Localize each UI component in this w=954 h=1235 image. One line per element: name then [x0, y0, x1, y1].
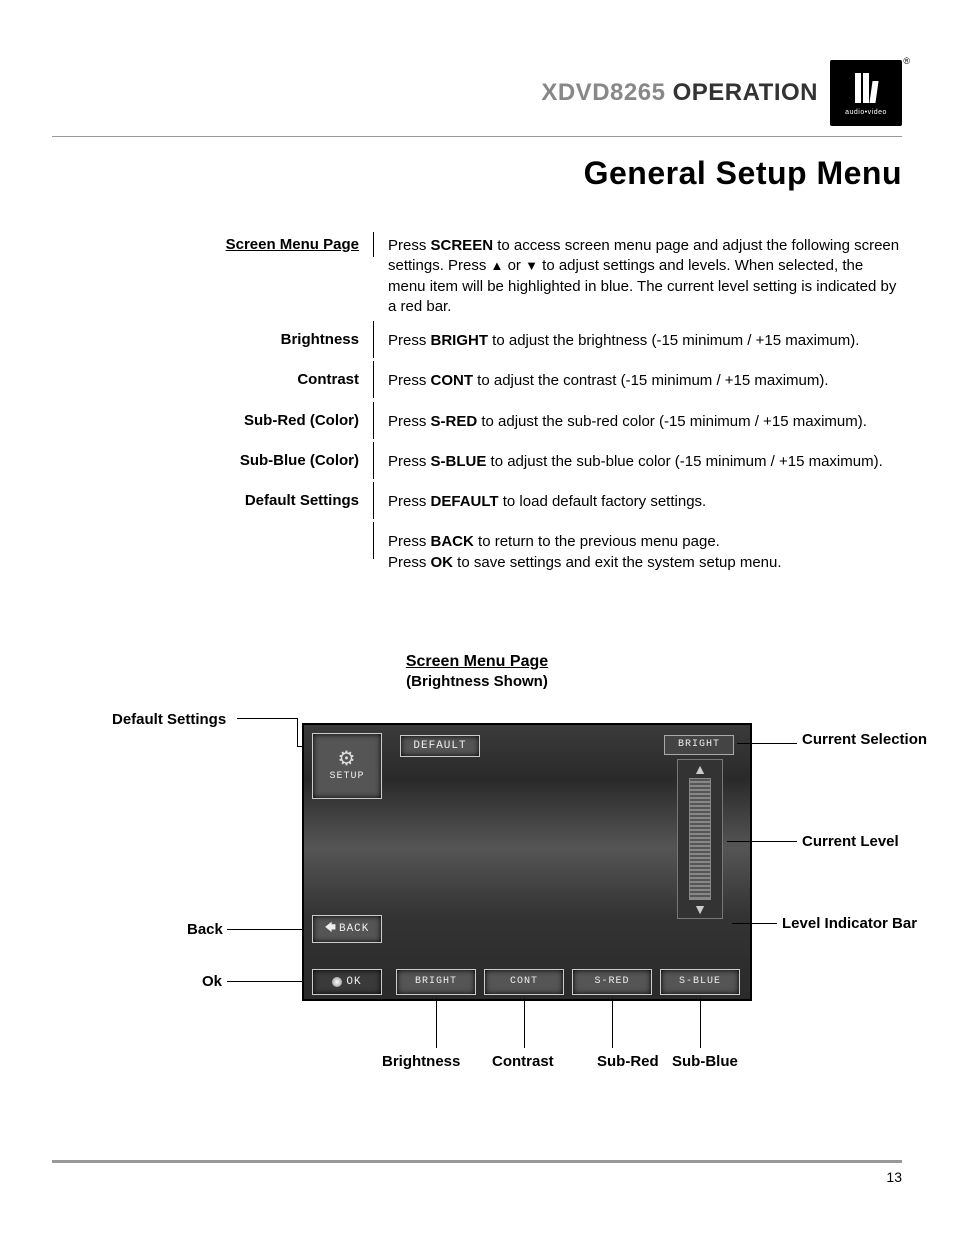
- header-title: XDVD8265 OPERATION: [541, 79, 818, 107]
- settings-definition-list: Screen Menu PagePress SCREEN to access s…: [144, 232, 902, 583]
- ok-button[interactable]: OK: [312, 969, 382, 995]
- level-bar-fill: [689, 778, 711, 900]
- definition-row: Sub-Red (Color)Press S-RED to adjust the…: [144, 402, 902, 442]
- diagram-title: Screen Menu Page: [52, 653, 902, 671]
- callout-ok: Ok: [202, 973, 222, 990]
- callout-brightness: Brightness: [382, 1053, 460, 1070]
- definition-row: Default SettingsPress DEFAULT to load de…: [144, 482, 902, 522]
- default-button[interactable]: DEFAULT: [400, 735, 480, 757]
- definition-label: Sub-Red (Color): [144, 402, 374, 439]
- definition-body: Press CONT to adjust the contrast (-15 m…: [374, 361, 902, 401]
- back-button[interactable]: 🡄 BACK: [312, 915, 382, 943]
- page-number: 13: [52, 1169, 902, 1185]
- definition-body: Press BACK to return to the previous men…: [374, 522, 902, 583]
- definition-row: BrightnessPress BRIGHT to adjust the bri…: [144, 321, 902, 361]
- sblue-button[interactable]: S-BLUE: [660, 969, 740, 995]
- definition-row: Press BACK to return to the previous men…: [144, 522, 902, 583]
- definition-body: Press BRIGHT to adjust the brightness (-…: [374, 321, 902, 361]
- definition-body: Press DEFAULT to load default factory se…: [374, 482, 902, 522]
- definition-body: Press SCREEN to access screen menu page …: [374, 232, 902, 321]
- callout-default-settings: Default Settings: [112, 711, 226, 728]
- callout-contrast: Contrast: [492, 1053, 554, 1070]
- current-selection-label: BRIGHT: [664, 735, 734, 755]
- brand-logo: ® audio•video: [830, 60, 902, 126]
- diagram-subtitle: (Brightness Shown): [52, 673, 902, 690]
- page-title: General Setup Menu: [52, 155, 902, 192]
- diagram-canvas: Default Settings Back Ok ⚙ SETUP DEFAULT…: [52, 723, 902, 1133]
- gear-icon: ⚙: [338, 749, 357, 769]
- definition-label: [144, 522, 374, 559]
- definition-label: Screen Menu Page: [144, 232, 374, 257]
- logo-subtext: audio•video: [845, 109, 887, 116]
- definition-body: Press S-BLUE to adjust the sub-blue colo…: [374, 442, 902, 482]
- callout-sub-red: Sub-Red: [597, 1053, 659, 1070]
- registered-mark: ®: [903, 56, 910, 66]
- header-divider: [52, 136, 902, 137]
- definition-label: Default Settings: [144, 482, 374, 519]
- level-indicator[interactable]: ▲ ▼: [677, 759, 723, 919]
- footer-divider: [52, 1160, 902, 1163]
- back-arrow-icon: 🡄: [325, 919, 337, 938]
- callout-current-level: Current Level: [802, 833, 899, 850]
- diagram-block: Screen Menu Page (Brightness Shown) Defa…: [52, 653, 902, 1133]
- definition-label: Sub-Blue (Color): [144, 442, 374, 479]
- definition-row: ContrastPress CONT to adjust the contras…: [144, 361, 902, 401]
- definition-body: Press S-RED to adjust the sub-red color …: [374, 402, 902, 442]
- bright-button[interactable]: BRIGHT: [396, 969, 476, 995]
- callout-current-selection: Current Selection: [802, 731, 927, 748]
- model-number: XDVD8265: [541, 79, 665, 106]
- page-header: XDVD8265 OPERATION ® audio•video: [52, 60, 902, 126]
- ok-dot-icon: [332, 977, 342, 987]
- level-up-arrow-icon[interactable]: ▲: [693, 762, 707, 776]
- callout-level-bar: Level Indicator Bar: [782, 915, 917, 932]
- definition-row: Sub-Blue (Color)Press S-BLUE to adjust t…: [144, 442, 902, 482]
- cont-button[interactable]: CONT: [484, 969, 564, 995]
- setup-button[interactable]: ⚙ SETUP: [312, 733, 382, 799]
- sred-button[interactable]: S-RED: [572, 969, 652, 995]
- callout-sub-blue: Sub-Blue: [672, 1053, 738, 1070]
- definition-label: Contrast: [144, 361, 374, 398]
- section-name: OPERATION: [673, 79, 818, 106]
- callout-back: Back: [187, 921, 223, 938]
- logo-bars-icon: [855, 71, 877, 107]
- level-down-arrow-icon[interactable]: ▼: [693, 902, 707, 916]
- definition-label: Brightness: [144, 321, 374, 358]
- definition-row: Screen Menu PagePress SCREEN to access s…: [144, 232, 902, 321]
